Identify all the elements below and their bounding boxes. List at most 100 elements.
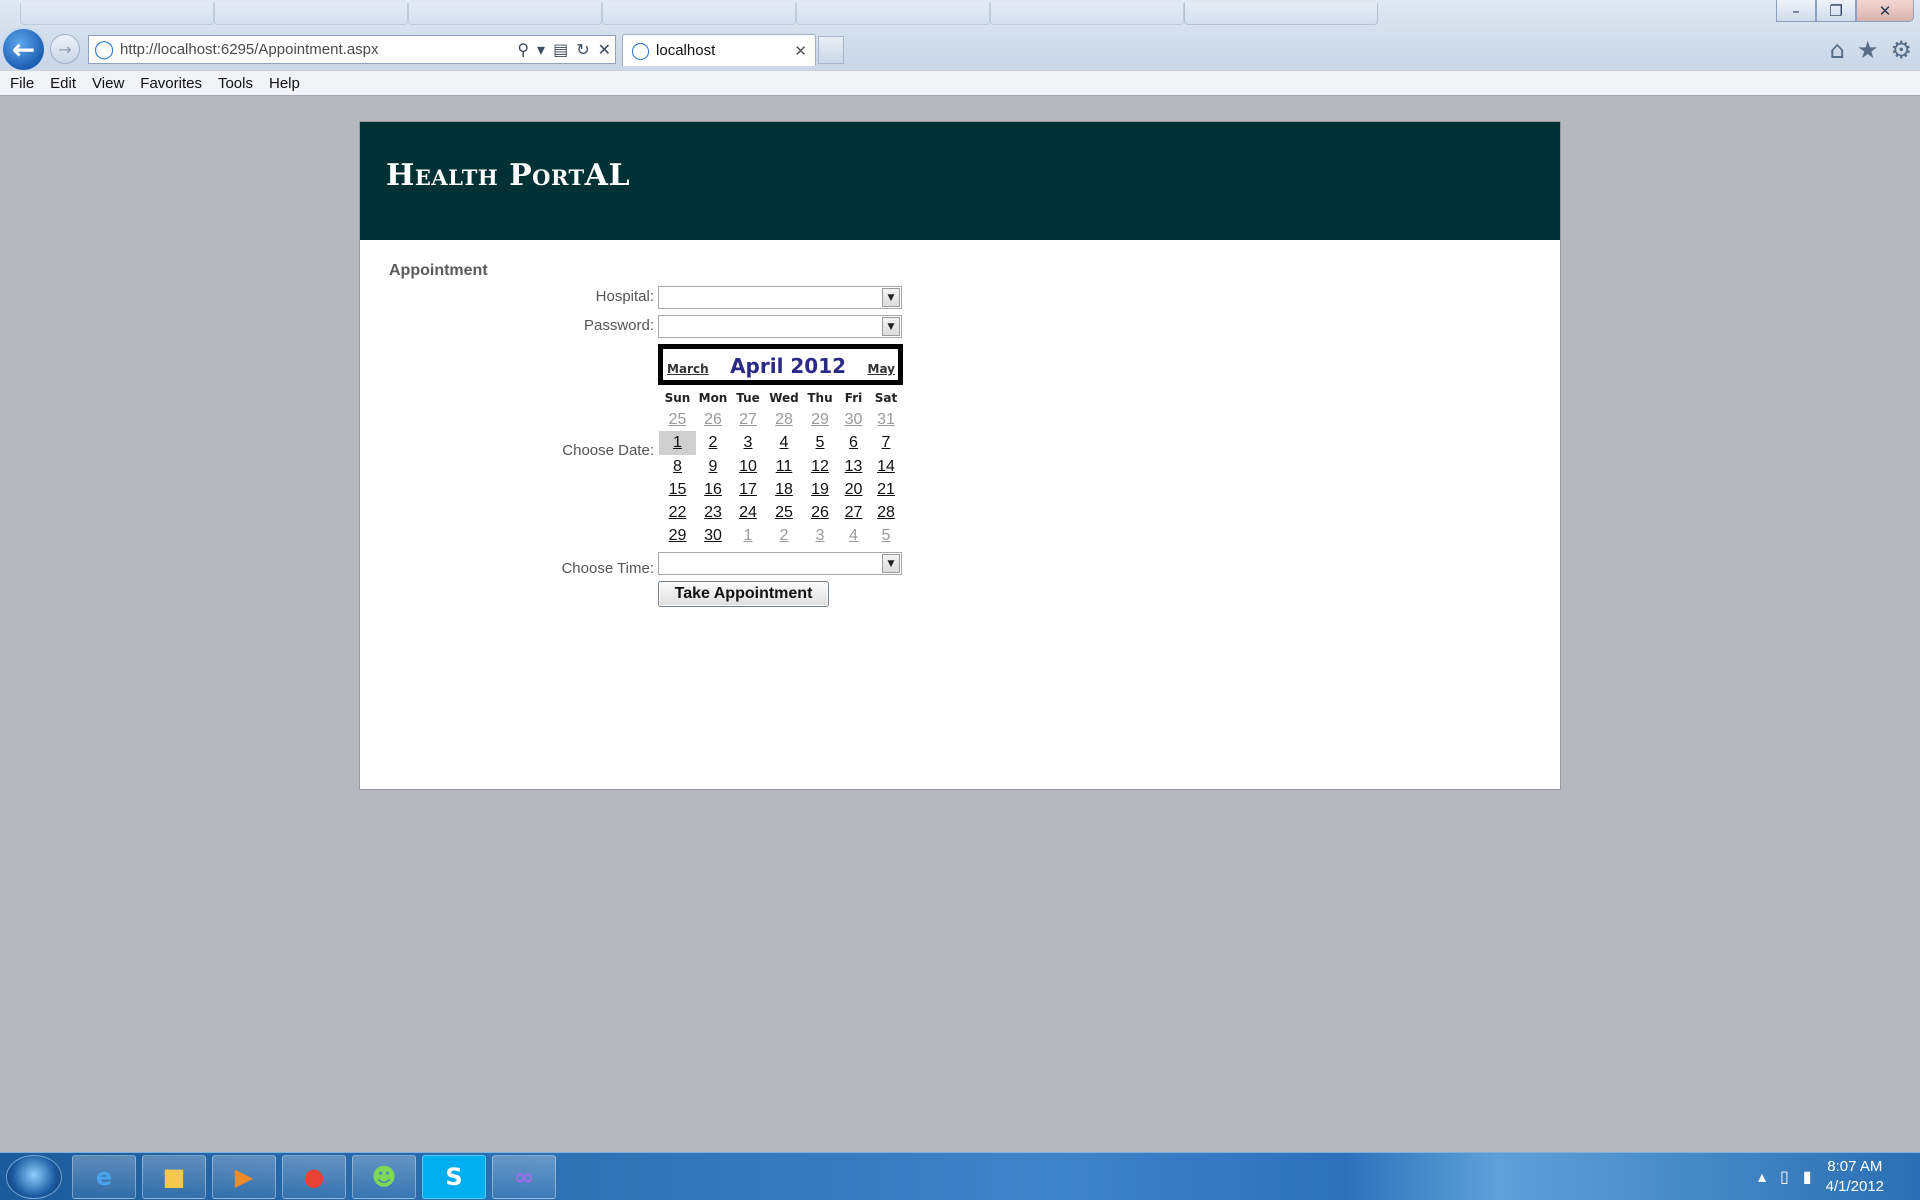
- network-icon[interactable]: ▮: [1803, 1167, 1812, 1186]
- calendar-day-other-month[interactable]: 26: [696, 408, 730, 431]
- calendar-day-other-month[interactable]: 25: [659, 408, 696, 431]
- background-tab[interactable]: [408, 3, 602, 25]
- search-icon[interactable]: ⚲: [517, 40, 529, 59]
- calendar-day[interactable]: 22: [659, 501, 696, 524]
- show-hidden-icons-icon[interactable]: ▴: [1758, 1167, 1766, 1186]
- calendar-day-other-month[interactable]: 31: [869, 408, 903, 431]
- forward-button[interactable]: →: [50, 34, 80, 64]
- calendar-day[interactable]: 14: [869, 455, 903, 478]
- calendar-day[interactable]: 17: [730, 478, 766, 501]
- calendar-day[interactable]: 21: [869, 478, 903, 501]
- menu-file[interactable]: File: [10, 75, 34, 92]
- calendar-day[interactable]: 18: [766, 478, 802, 501]
- calendar-day[interactable]: 20: [838, 478, 869, 501]
- background-tab[interactable]: [796, 3, 990, 25]
- calendar-day[interactable]: 29: [659, 524, 696, 547]
- calendar-day-other-month[interactable]: 3: [802, 524, 838, 547]
- chrome-icon[interactable]: ●: [282, 1155, 346, 1199]
- background-tab[interactable]: [602, 3, 796, 25]
- favorites-star-icon[interactable]: ★: [1857, 36, 1879, 64]
- visual-studio-icon[interactable]: ∞: [492, 1155, 556, 1199]
- calendar-day[interactable]: 2: [696, 431, 730, 454]
- site-header: Health PortAL: [360, 122, 1560, 240]
- start-button[interactable]: [6, 1155, 62, 1199]
- stop-icon[interactable]: ✕: [598, 40, 611, 59]
- calendar-day[interactable]: 26: [802, 501, 838, 524]
- compatibility-view-icon[interactable]: ▤: [553, 40, 568, 59]
- prev-month-link[interactable]: March: [667, 362, 709, 376]
- active-tab[interactable]: ◯ localhost ✕: [622, 34, 816, 66]
- gear-icon[interactable]: ⚙: [1890, 36, 1912, 64]
- clock[interactable]: 8:07 AM 4/1/2012: [1826, 1157, 1884, 1197]
- calendar-day[interactable]: 6: [838, 431, 869, 454]
- background-tab[interactable]: [990, 3, 1184, 25]
- menu-edit[interactable]: Edit: [50, 75, 76, 92]
- calendar-day[interactable]: 10: [730, 455, 766, 478]
- calendar-day-other-month[interactable]: 28: [766, 408, 802, 431]
- calendar-day[interactable]: 13: [838, 455, 869, 478]
- background-tab[interactable]: [214, 3, 408, 25]
- day-of-week-header: Sun: [664, 391, 691, 405]
- calendar-day[interactable]: 12: [802, 455, 838, 478]
- next-month-link[interactable]: May: [868, 362, 896, 376]
- close-icon[interactable]: ✕: [1856, 0, 1914, 22]
- maximize-icon[interactable]: ❐: [1816, 0, 1856, 22]
- calendar-day-other-month[interactable]: 4: [838, 524, 869, 547]
- calendar-day[interactable]: 1: [659, 431, 696, 455]
- hospital-select[interactable]: ▼: [658, 286, 902, 309]
- internet-explorer-icon[interactable]: e: [72, 1155, 136, 1199]
- menu-favorites[interactable]: Favorites: [140, 75, 202, 92]
- chevron-down-icon[interactable]: ▼: [882, 288, 900, 307]
- calendar-day-other-month[interactable]: 1: [730, 524, 766, 547]
- calendar-day[interactable]: 30: [696, 524, 730, 547]
- chevron-down-icon[interactable]: ▼: [882, 554, 900, 573]
- tab-close-icon[interactable]: ✕: [794, 42, 807, 60]
- background-tab-strip: [0, 0, 1790, 26]
- day-of-week-header: Thu: [807, 391, 833, 405]
- calendar-day[interactable]: 28: [869, 501, 903, 524]
- calendar-day-other-month[interactable]: 2: [766, 524, 802, 547]
- calendar-day-other-month[interactable]: 5: [869, 524, 903, 547]
- calendar-day[interactable]: 24: [730, 501, 766, 524]
- calendar-day-other-month[interactable]: 27: [730, 408, 766, 431]
- address-bar[interactable]: ◯ http://localhost:6295/Appointment.aspx…: [88, 35, 616, 64]
- calendar-day[interactable]: 7: [869, 431, 903, 454]
- skype-icon[interactable]: S: [422, 1155, 486, 1199]
- calendar-day[interactable]: 15: [659, 478, 696, 501]
- menu-view[interactable]: View: [92, 75, 124, 92]
- home-icon[interactable]: ⌂: [1830, 36, 1845, 64]
- calendar-day-other-month[interactable]: 29: [802, 408, 838, 431]
- dropdown-icon[interactable]: ▾: [537, 40, 545, 59]
- calendar-day[interactable]: 4: [766, 431, 802, 454]
- minimize-icon[interactable]: –: [1776, 0, 1816, 22]
- window-controls: – ❐ ✕: [1776, 0, 1914, 22]
- calendar-day[interactable]: 23: [696, 501, 730, 524]
- background-tab[interactable]: [20, 3, 214, 25]
- calendar-day[interactable]: 3: [730, 431, 766, 454]
- time-select[interactable]: ▼: [658, 552, 902, 575]
- calendar-day[interactable]: 9: [696, 455, 730, 478]
- background-tab[interactable]: [1184, 3, 1378, 25]
- toolbar-right: ⌂ ★ ⚙: [1830, 36, 1912, 64]
- calendar-day[interactable]: 5: [802, 431, 838, 454]
- menu-help[interactable]: Help: [269, 75, 300, 92]
- calendar-day-other-month[interactable]: 30: [838, 408, 869, 431]
- back-button[interactable]: ←: [1, 27, 46, 72]
- menu-tools[interactable]: Tools: [218, 75, 253, 92]
- messenger-icon[interactable]: ☻: [352, 1155, 416, 1199]
- calendar-day[interactable]: 11: [766, 455, 802, 478]
- calendar-day[interactable]: 8: [659, 455, 696, 478]
- media-player-icon[interactable]: ▶: [212, 1155, 276, 1199]
- power-icon[interactable]: ▯: [1780, 1167, 1789, 1186]
- refresh-icon[interactable]: ↻: [576, 40, 589, 59]
- file-explorer-icon[interactable]: ■: [142, 1155, 206, 1199]
- password-select[interactable]: ▼: [658, 315, 902, 338]
- url-text[interactable]: http://localhost:6295/Appointment.aspx: [120, 41, 513, 58]
- chevron-down-icon[interactable]: ▼: [882, 317, 900, 336]
- calendar-day[interactable]: 27: [838, 501, 869, 524]
- new-tab-button[interactable]: [818, 36, 844, 64]
- calendar-day[interactable]: 19: [802, 478, 838, 501]
- calendar-day[interactable]: 16: [696, 478, 730, 501]
- calendar-day[interactable]: 25: [766, 501, 802, 524]
- take-appointment-button[interactable]: Take Appointment: [658, 581, 829, 607]
